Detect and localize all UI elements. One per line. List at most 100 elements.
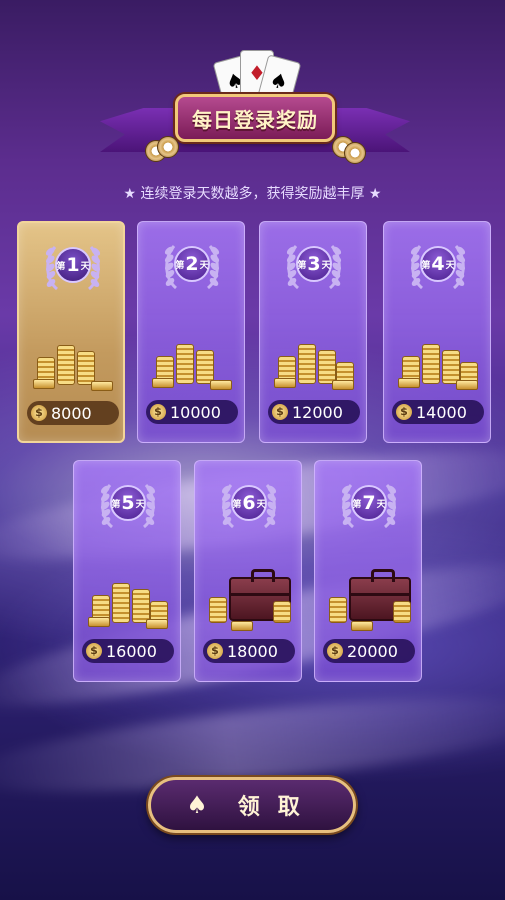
- coin-stack: [196, 350, 214, 384]
- amount-value: 18000: [227, 641, 278, 661]
- day-num: 7: [362, 492, 376, 514]
- day-tile-7[interactable]: 第 7 天 $20000: [314, 460, 422, 682]
- coin-icon: $: [150, 404, 166, 420]
- coin-stack: [112, 583, 130, 623]
- reward-amount: $14000: [392, 400, 484, 424]
- amount-value: 14000: [416, 402, 467, 422]
- reward-amount: $20000: [323, 639, 415, 663]
- gold-ingot: [231, 621, 253, 631]
- gold-ingot: [351, 621, 373, 631]
- reward-image: [398, 318, 480, 393]
- day-tile-1[interactable]: 第 1 天 $8000: [17, 221, 125, 443]
- coin-stack: [442, 350, 460, 384]
- coin-icon: $: [86, 643, 102, 659]
- day-prefix: 第: [297, 260, 307, 271]
- day-tile-6[interactable]: 第 6 天 $18000: [194, 460, 302, 682]
- day-suffix: 天: [445, 260, 455, 271]
- gold-ingot: [33, 379, 55, 389]
- day-suffix: 天: [256, 499, 266, 510]
- claim-button[interactable]: ♠ 领取: [148, 777, 356, 833]
- day-suffix: 天: [376, 499, 386, 510]
- coin-icon: $: [207, 643, 223, 659]
- day-num: 2: [185, 253, 199, 275]
- day-suffix: 天: [199, 260, 209, 271]
- day-tile-5[interactable]: 第 5 天 $16000: [73, 460, 181, 682]
- coin-stack: [57, 345, 75, 385]
- coin-icon: $: [272, 404, 288, 420]
- day-prefix: 第: [56, 261, 66, 272]
- title-plaque: 每日登录奖励: [175, 94, 335, 142]
- day-badge: 第5天: [98, 475, 158, 535]
- amount-value: 20000: [347, 641, 398, 661]
- gold-ingot: [146, 619, 168, 629]
- day-num: 3: [307, 253, 321, 275]
- coin-stack: [318, 350, 336, 384]
- coin-stack: [176, 344, 194, 384]
- gold-ingot: [91, 381, 113, 391]
- chips-icon: [332, 136, 366, 166]
- subtitle: ★ 连续登录天数越多，获得奖励越丰厚 ★: [123, 186, 382, 202]
- gold-ingot: [332, 380, 354, 390]
- reward-amount: $8000: [27, 401, 119, 425]
- coin-stack: [77, 351, 95, 385]
- day-num: 6: [242, 492, 256, 514]
- coin-stack: [298, 344, 316, 384]
- day-number: 第5天: [110, 485, 146, 521]
- page-title: 每日登录奖励: [192, 107, 318, 132]
- day-prefix: 第: [232, 499, 242, 510]
- day-badge: 第2天: [162, 236, 222, 296]
- day-badge: 第1天: [43, 237, 103, 297]
- day-number: 第2天: [174, 246, 210, 282]
- amount-value: 8000: [51, 403, 92, 423]
- spade-icon: ♠: [186, 791, 208, 819]
- day-badge: 第6天: [219, 475, 279, 535]
- amount-value: 12000: [292, 402, 343, 422]
- reward-image: [209, 557, 291, 632]
- gold-ingot: [456, 380, 478, 390]
- gold-ingot: [152, 378, 174, 388]
- gold-ingot: [274, 378, 296, 388]
- day-suffix: 天: [135, 499, 145, 510]
- day-num: 5: [121, 492, 135, 514]
- reward-amount: $16000: [82, 639, 174, 663]
- coin-stack: [273, 601, 291, 623]
- day-prefix: 第: [352, 499, 362, 510]
- day-badge: 第4天: [408, 236, 468, 296]
- day-tile-3[interactable]: 第 3 天 $12000: [259, 221, 367, 443]
- chips-icon: [145, 136, 179, 166]
- day-prefix: 第: [111, 499, 121, 510]
- reward-image: [329, 557, 411, 632]
- day-tile-2[interactable]: 第 2 天 $10000: [137, 221, 245, 443]
- amount-value: 16000: [106, 641, 157, 661]
- day-number: 第3天: [296, 246, 332, 282]
- playing-cards-icon: ♠ ♦ ♠: [212, 50, 302, 108]
- day-number: 第6天: [231, 485, 267, 521]
- day-suffix: 天: [80, 261, 90, 272]
- day-badge: 第3天: [284, 236, 344, 296]
- coin-icon: $: [31, 405, 47, 421]
- coin-stack: [132, 589, 150, 623]
- reward-amount: $12000: [268, 400, 360, 424]
- coin-icon: $: [327, 643, 343, 659]
- amount-value: 10000: [170, 402, 221, 422]
- reward-image: [274, 318, 356, 393]
- day-number: 第7天: [351, 485, 387, 521]
- day-prefix: 第: [421, 260, 431, 271]
- reward-image: [152, 318, 234, 393]
- day-number: 第1天: [55, 247, 91, 283]
- day-badge: 第7天: [339, 475, 399, 535]
- reward-amount: $10000: [146, 400, 238, 424]
- day-num: 4: [431, 253, 445, 275]
- day-number: 第4天: [420, 246, 456, 282]
- day-tile-4[interactable]: 第 4 天 $14000: [383, 221, 491, 443]
- coin-icon: $: [396, 404, 412, 420]
- coin-stack: [422, 344, 440, 384]
- coin-stack: [209, 597, 227, 623]
- gold-ingot: [210, 380, 232, 390]
- coin-stack: [393, 601, 411, 623]
- gold-ingot: [88, 617, 110, 627]
- reward-image: [33, 319, 115, 394]
- reward-amount: $18000: [203, 639, 295, 663]
- day-num: 1: [66, 254, 80, 276]
- reward-image: [88, 557, 170, 632]
